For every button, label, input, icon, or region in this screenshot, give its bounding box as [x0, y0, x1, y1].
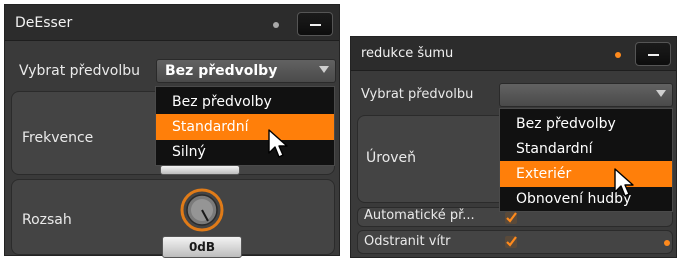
- status-dot-icon: [615, 52, 621, 58]
- preset-select[interactable]: [499, 83, 673, 107]
- minus-icon: [648, 54, 659, 56]
- preset-select[interactable]: Bez předvolby: [156, 59, 336, 83]
- preset-menu: Bez předvolby Standardní Exteriér Obnove…: [499, 108, 673, 212]
- menu-item-standard[interactable]: Standardní: [156, 114, 334, 140]
- menu-item-no-preset[interactable]: Bez předvolby: [500, 111, 672, 137]
- deesser-title: DeEsser: [15, 15, 73, 31]
- rotary-knob-icon[interactable]: [180, 188, 224, 232]
- preset-select-value: Bez předvolby: [165, 63, 278, 79]
- frequency-value-button[interactable]: [160, 165, 240, 175]
- menu-item-standard[interactable]: Standardní: [500, 136, 672, 162]
- status-dot-icon: [273, 22, 279, 28]
- wind-label: Odstranit vítr: [364, 234, 451, 249]
- mouse-pointer-icon: [268, 129, 288, 158]
- noise-reduction-title: redukce šumu: [361, 46, 454, 61]
- chevron-down-icon: [319, 66, 329, 73]
- range-label: Rozsah: [22, 212, 72, 228]
- range-section: Rozsah 0dB: [11, 179, 335, 258]
- range-value-button[interactable]: 0dB: [162, 236, 242, 258]
- wind-row: Odstranit vítr: [357, 230, 673, 254]
- menu-item-exterior[interactable]: Exteriér: [500, 161, 672, 187]
- preset-label: Vybrat předvolbu: [19, 63, 140, 79]
- checkmark-icon[interactable]: [504, 235, 518, 249]
- frequency-label: Frekvence: [22, 130, 94, 146]
- preset-label: Vybrat předvolbu: [361, 87, 474, 102]
- checkmark-icon[interactable]: [504, 211, 518, 225]
- auto-label: Automatické př...: [364, 208, 475, 223]
- minimize-button[interactable]: [297, 12, 333, 36]
- deesser-header: DeEsser: [5, 5, 339, 41]
- minimize-button[interactable]: [635, 42, 671, 66]
- menu-item-strong[interactable]: Silný: [156, 139, 334, 165]
- mouse-pointer-icon: [614, 168, 634, 197]
- chevron-down-icon: [656, 90, 666, 97]
- deesser-panel: DeEsser Vybrat předvolbu Bez předvolby F…: [4, 4, 340, 258]
- noise-reduction-header: redukce šumu: [351, 37, 676, 71]
- minus-icon: [310, 24, 321, 26]
- preset-menu: Bez předvolby Standardní Silný: [155, 86, 335, 166]
- status-dot-icon: [664, 240, 670, 246]
- menu-item-music-restore[interactable]: Obnovení hudby: [500, 186, 672, 212]
- menu-item-no-preset[interactable]: Bez předvolby: [156, 89, 334, 115]
- noise-reduction-panel: redukce šumu Vybrat předvolbu Úroveň Aut…: [350, 36, 677, 258]
- level-label: Úroveň: [366, 150, 417, 166]
